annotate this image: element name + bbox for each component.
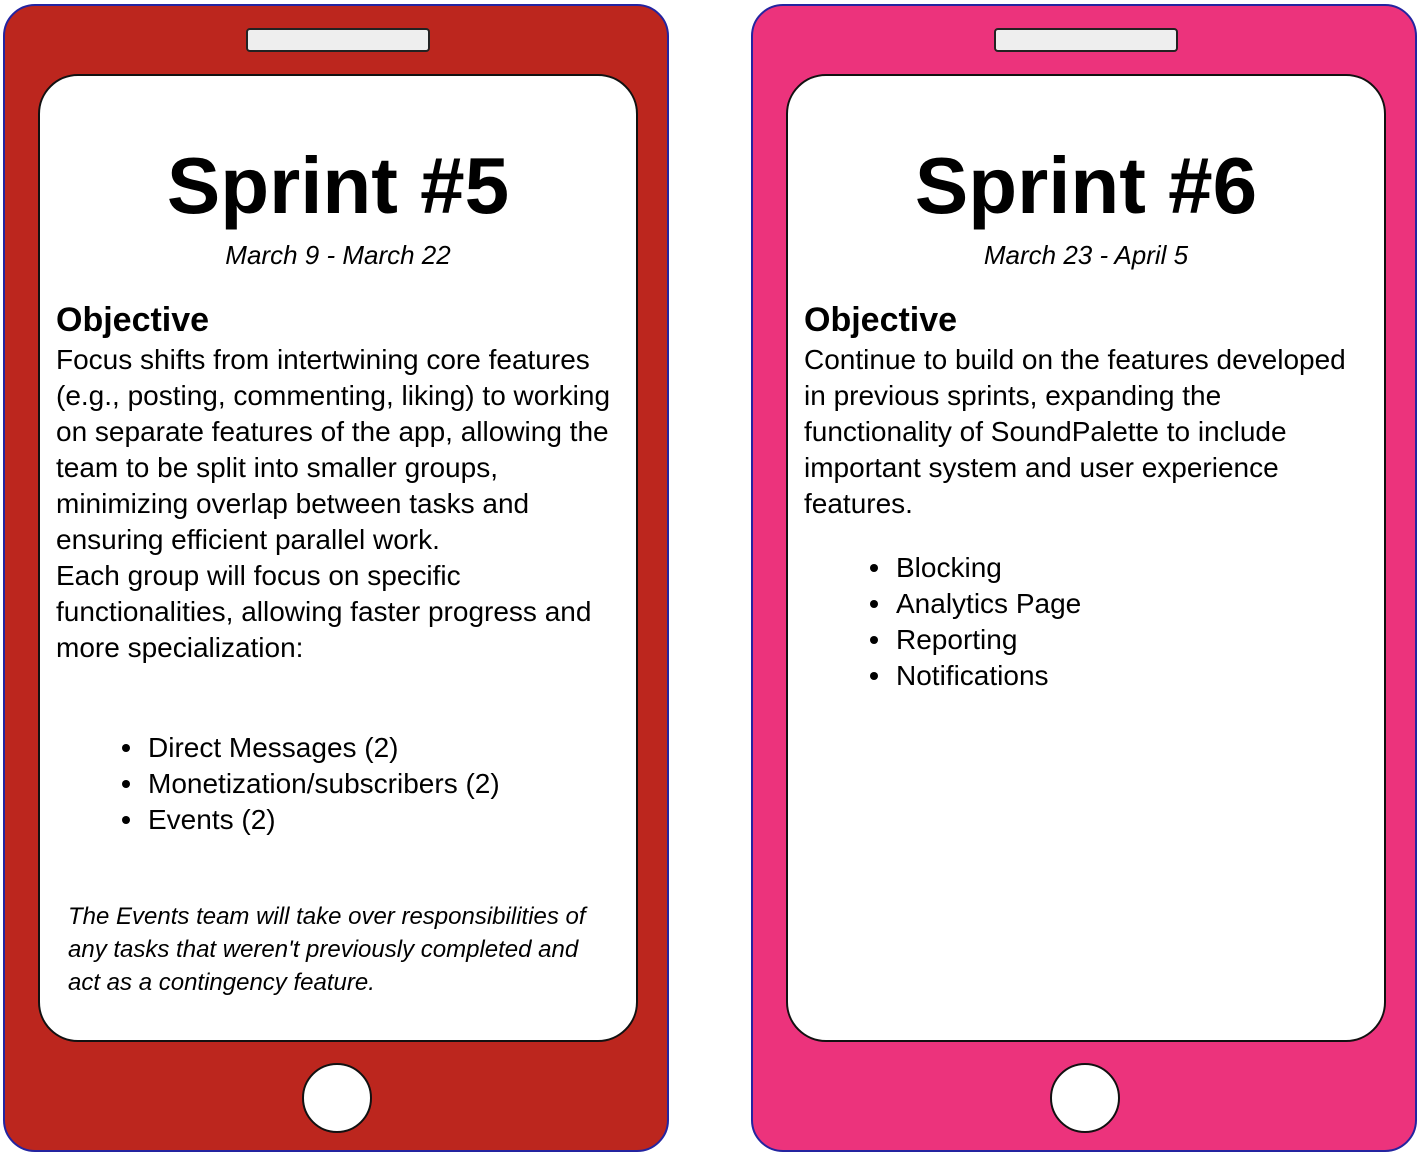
list-item: Direct Messages (2) <box>122 730 500 766</box>
sprint-dates: March 23 - April 5 <box>983 240 1189 270</box>
bullet-icon <box>122 744 130 752</box>
phone-speaker <box>994 28 1178 52</box>
list-item-label: Monetization/subscribers (2) <box>148 768 500 799</box>
list-item: Reporting <box>870 622 1081 658</box>
home-button <box>302 1063 372 1133</box>
list-item: Blocking <box>870 550 1081 586</box>
sprint-5-screen: Sprint #5 March 9 - March 22 Objective F… <box>38 74 638 1042</box>
list-item: Monetization/subscribers (2) <box>122 766 500 802</box>
objective-paragraph: Focus shifts from intertwining core feat… <box>56 344 611 555</box>
objective-heading: Objective <box>804 301 958 339</box>
group-list: Direct Messages (2) Monetization/subscri… <box>122 730 500 838</box>
bullet-icon <box>870 564 878 572</box>
bullet-icon <box>122 816 130 824</box>
objective-paragraph: Each group will focus on specific functi… <box>56 560 592 663</box>
objective-heading: Objective <box>56 301 210 339</box>
list-item: Events (2) <box>122 802 500 838</box>
bullet-icon <box>870 636 878 644</box>
contingency-note: The Events team will take over responsib… <box>68 903 586 996</box>
bullet-icon <box>870 600 878 608</box>
sprint-5-phone: Sprint #5 March 9 - March 22 Objective F… <box>3 4 669 1152</box>
home-button <box>1050 1063 1120 1133</box>
phone-speaker <box>246 28 430 52</box>
list-item-label: Blocking <box>896 552 1002 583</box>
bullet-icon <box>122 780 130 788</box>
list-item-label: Notifications <box>896 660 1049 691</box>
sprint-title: Sprint #6 <box>914 141 1258 230</box>
list-item-label: Reporting <box>896 624 1018 655</box>
objective-text: Focus shifts from intertwining core feat… <box>56 342 626 666</box>
list-item: Notifications <box>870 658 1081 694</box>
sprint-dates: March 9 - March 22 <box>225 240 451 270</box>
list-item-label: Direct Messages (2) <box>148 732 399 763</box>
feature-list: Blocking Analytics Page Reporting Notifi… <box>870 550 1082 694</box>
objective-text: Continue to build on the features develo… <box>804 342 1374 522</box>
sprint-title: Sprint #5 <box>166 141 510 230</box>
list-item: Analytics Page <box>870 586 1082 622</box>
bullet-icon <box>870 672 878 680</box>
sprint-6-screen: Sprint #6 March 23 - April 5 Objective C… <box>786 74 1386 1042</box>
sprint-6-phone: Sprint #6 March 23 - April 5 Objective C… <box>751 4 1417 1152</box>
list-item-label: Events (2) <box>148 804 276 835</box>
list-item-label: Analytics Page <box>896 588 1082 619</box>
objective-paragraph: Continue to build on the features develo… <box>804 344 1346 519</box>
